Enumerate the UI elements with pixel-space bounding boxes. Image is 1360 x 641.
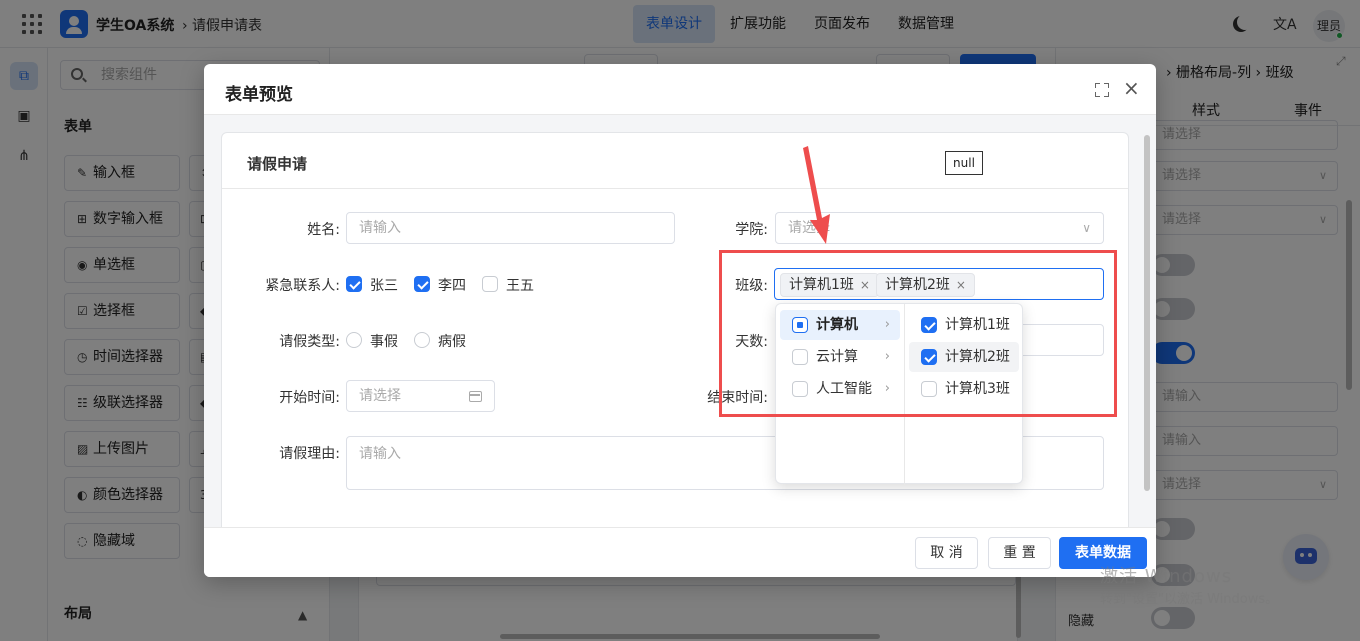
name-input[interactable]: 请输入 — [346, 212, 675, 244]
field-label-reason: 请假理由: — [279, 446, 340, 462]
option-label: 事假 — [370, 334, 398, 350]
radio-personal-leave[interactable] — [346, 332, 362, 348]
cancel-button[interactable]: 取 消 — [915, 537, 978, 569]
modal-title: 表单预览 — [225, 85, 293, 105]
checkbox-zhangsan[interactable] — [346, 276, 362, 292]
option-label: 王五 — [506, 278, 534, 294]
field-label-leave-type: 请假类型: — [279, 334, 340, 350]
field-label-start: 开始时间: — [279, 390, 340, 406]
form-title: 请假申请 — [247, 155, 308, 173]
vertical-scrollbar[interactable] — [1144, 135, 1150, 491]
field-label-college: 学院: — [735, 222, 768, 238]
windows-watermark-title: 激活 Windows — [1100, 566, 1233, 587]
fullscreen-icon[interactable] — [1095, 83, 1109, 97]
option-label: 病假 — [438, 334, 466, 350]
radio-sick-leave[interactable] — [414, 332, 430, 348]
field-label-emergency: 紧急联系人: — [265, 278, 340, 294]
start-date-picker[interactable]: 请选择 — [346, 380, 495, 412]
option-label: 张三 — [370, 278, 398, 294]
annotation-highlight-box — [719, 250, 1117, 417]
modal-footer: 取 消 重 置 表单数据 — [204, 527, 1156, 577]
reset-button[interactable]: 重 置 — [988, 537, 1051, 569]
chevron-down-icon: ∨ — [1082, 221, 1091, 235]
annotation-arrow-icon — [803, 146, 830, 244]
calendar-icon — [469, 391, 482, 402]
null-badge: null — [945, 151, 983, 175]
checkbox-wangwu[interactable] — [482, 276, 498, 292]
close-icon[interactable]: × — [1123, 78, 1140, 98]
divider — [222, 188, 1128, 189]
checkbox-lisi[interactable] — [414, 276, 430, 292]
option-label: 李四 — [438, 278, 466, 294]
field-label-name: 姓名: — [307, 222, 340, 238]
windows-watermark-subtitle: 转到"设置"以激活 Windows。 — [1100, 592, 1279, 607]
